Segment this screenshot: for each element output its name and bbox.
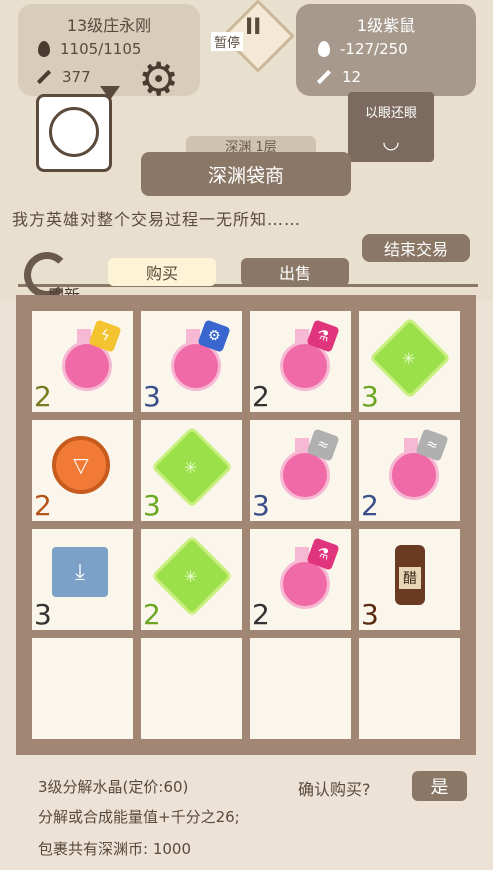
enemy-title: 1级紫鼠 xyxy=(356,16,416,35)
enemy-skill[interactable]: 以眼还眼 ◡ xyxy=(348,92,434,162)
item-quantity: 2 xyxy=(143,598,161,631)
pause-icon[interactable]: II xyxy=(245,15,261,40)
shop-slot-6[interactable]: ✳ 3 xyxy=(141,420,242,521)
abyss-coin-total: 包裹共有深渊币: 1000 xyxy=(38,840,191,858)
trade-notice: 我方英雄对整个交易过程一无所知…… xyxy=(12,210,302,229)
shop-slot-9[interactable]: ⤓ 3 xyxy=(32,529,133,630)
shop-slot-7[interactable]: ≈3 xyxy=(250,420,351,521)
item-quantity: 2 xyxy=(361,489,379,522)
enemy-attack: 12 xyxy=(342,68,362,86)
vinegar-label: 醋 xyxy=(399,567,421,589)
shop-slot-8[interactable]: ≈2 xyxy=(359,420,460,521)
eye-icon: ◡ xyxy=(382,129,400,153)
hero-avatar xyxy=(36,94,112,172)
gem-sparkle-icon: ✳ xyxy=(402,349,416,368)
hp-drop-icon xyxy=(38,41,50,57)
item-quantity: 3 xyxy=(361,598,379,631)
gear-icon[interactable]: ⚙ xyxy=(138,56,179,102)
hero-face-icon xyxy=(49,107,99,157)
shop-slot-4[interactable]: ✳ 3 xyxy=(359,311,460,412)
item-quantity: 3 xyxy=(143,489,161,522)
shop-slot-13[interactable] xyxy=(32,638,133,739)
shop-slot-11[interactable]: ⚗ 2 xyxy=(250,529,351,630)
selected-item-name: 3级分解水晶(定价:60) xyxy=(38,778,189,796)
player-attack-row: 377 xyxy=(36,68,91,86)
shop-slot-1[interactable]: ϟ2 xyxy=(32,311,133,412)
player-title: 13级庄永刚 xyxy=(66,16,152,35)
shop-slot-16[interactable] xyxy=(359,638,460,739)
gem-sparkle-icon: ✳ xyxy=(184,458,198,477)
shop-slot-15[interactable] xyxy=(250,638,351,739)
item-quantity: 2 xyxy=(252,380,270,413)
item-quantity: 3 xyxy=(143,380,161,413)
shop-slot-5[interactable]: ▽ 2 xyxy=(32,420,133,521)
shop-slot-14[interactable] xyxy=(141,638,242,739)
item-quantity: 3 xyxy=(361,380,379,413)
orange-coin-icon: ▽ xyxy=(52,436,110,494)
tab-buy[interactable]: 购买 xyxy=(108,258,216,286)
gem-sparkle-icon: ✳ xyxy=(184,567,198,586)
player-attack: 377 xyxy=(62,68,91,86)
player-hp-row: 1105/1105 xyxy=(38,40,141,58)
item-quantity: 3 xyxy=(252,489,270,522)
enemy-hp-row: -127/250 xyxy=(318,40,408,58)
shop-slot-2[interactable]: ⚙ 3 xyxy=(141,311,242,412)
sword-icon xyxy=(36,69,52,85)
hp-drop-icon xyxy=(318,41,330,57)
shop-grid: ϟ 2 ⚙ 3 ⚗ 2 ✳ 3 ▽ 2 ✳ 3 ≈3 ≈2 ⤓ 3 ✳ 2 ⚗ 2 醋 3 xyxy=(32,311,460,739)
shop-slot-10[interactable]: ✳ 2 xyxy=(141,529,242,630)
enemy-card: 1级紫鼠 -127/250 12 xyxy=(296,4,476,96)
shop-slot-3[interactable]: ⚗ 2 xyxy=(250,311,351,412)
item-quantity: 2 xyxy=(34,489,52,522)
item-quantity: 3 xyxy=(34,598,52,631)
enemy-attack-row: 12 xyxy=(316,68,361,86)
item-quantity: 2 xyxy=(252,598,270,631)
shop-title: 深渊袋商 xyxy=(141,152,351,196)
end-trade-button[interactable]: 结束交易 xyxy=(362,234,470,262)
item-description: 分解或合成能量值+千分之26; xyxy=(38,808,240,826)
confirm-yes-button[interactable]: 是 xyxy=(412,771,467,801)
shop-slot-12[interactable]: 醋3 xyxy=(359,529,460,630)
sword-icon xyxy=(316,69,332,85)
pause-label: 暂停 xyxy=(211,32,244,51)
enemy-skill-label: 以眼还眼 xyxy=(364,106,417,121)
item-quantity: 2 xyxy=(34,380,52,413)
player-hp: 1105/1105 xyxy=(60,40,142,58)
download-scroll-icon: ⤓ xyxy=(52,547,108,597)
tab-sell[interactable]: 出售 xyxy=(241,258,349,286)
enemy-hp: -127/250 xyxy=(340,40,408,58)
confirm-purchase-label: 确认购买? xyxy=(298,780,371,799)
